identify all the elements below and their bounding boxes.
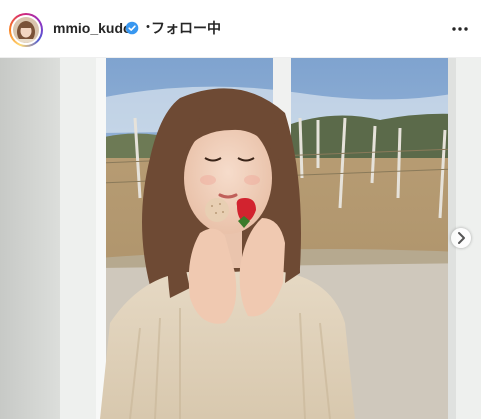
instagram-post: mmio_kudo ・ フォロー中 <box>0 0 481 419</box>
story-ring[interactable] <box>9 13 43 47</box>
chevron-right-icon <box>458 232 465 244</box>
post-photo[interactable] <box>0 58 481 419</box>
following-button[interactable]: フォロー中 <box>151 20 221 36</box>
verified-badge-icon <box>125 21 139 35</box>
next-photo-button[interactable] <box>451 228 471 248</box>
avatar[interactable] <box>13 17 39 43</box>
more-options-icon[interactable] <box>448 18 472 40</box>
username-link[interactable]: mmio_kudo <box>53 20 132 36</box>
post-header: mmio_kudo ・ フォロー中 <box>0 0 481 58</box>
